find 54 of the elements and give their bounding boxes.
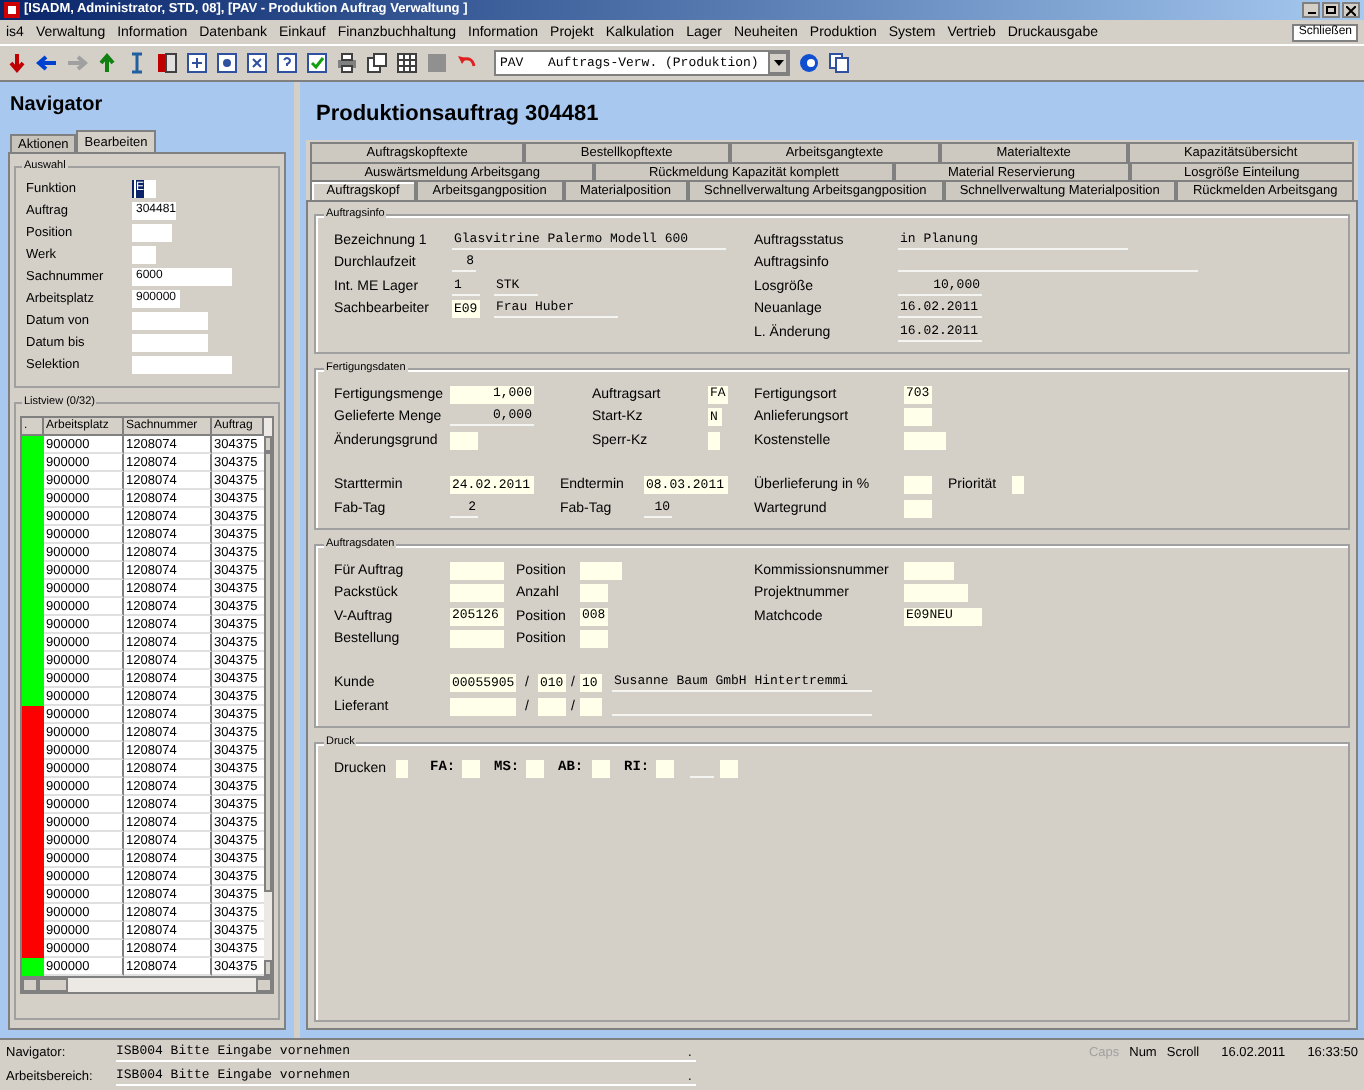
arrow-down-icon[interactable]	[6, 52, 28, 74]
input-field[interactable]	[132, 224, 172, 242]
horizontal-scrollbar[interactable]	[22, 976, 272, 992]
input-field[interactable]	[904, 476, 932, 494]
page-title: Produktionsauftrag 304481	[314, 100, 601, 130]
input-field[interactable]	[132, 246, 156, 264]
grid-icon[interactable]	[396, 52, 418, 74]
input-field[interactable]	[904, 561, 954, 579]
input-field[interactable]	[538, 697, 566, 715]
close-button[interactable]	[1342, 2, 1360, 18]
close-icon	[1346, 5, 1356, 15]
input-field[interactable]	[580, 630, 608, 648]
input-field[interactable]	[580, 561, 622, 579]
dropdown-caret-icon	[773, 60, 783, 66]
input-field[interactable]	[580, 584, 608, 602]
input-field[interactable]	[396, 759, 408, 777]
input-field[interactable]	[904, 408, 932, 426]
help-document-icon[interactable]	[276, 52, 298, 74]
input-field[interactable]	[450, 697, 516, 715]
input-field[interactable]	[904, 431, 946, 449]
copy-icon[interactable]	[828, 52, 850, 74]
input-field[interactable]	[1012, 476, 1024, 494]
input-field[interactable]	[462, 759, 480, 777]
navigator-title: Navigator	[8, 92, 105, 118]
input-field[interactable]	[450, 431, 478, 449]
circle-icon[interactable]	[798, 52, 820, 74]
input-field[interactable]	[904, 584, 968, 602]
input-field[interactable]	[450, 630, 504, 648]
input-field[interactable]	[580, 697, 602, 715]
input-field[interactable]	[592, 759, 610, 777]
check-document-icon[interactable]	[306, 52, 328, 74]
vertical-scrollbar[interactable]	[264, 418, 272, 976]
square-icon[interactable]	[426, 52, 448, 74]
input-field[interactable]	[904, 499, 932, 517]
add-document-icon[interactable]	[186, 52, 208, 74]
input-field[interactable]	[132, 356, 232, 374]
app-icon	[4, 2, 20, 18]
input-field[interactable]	[526, 759, 544, 777]
arrow-left-icon[interactable]	[36, 52, 58, 74]
printer-icon[interactable]	[336, 52, 358, 74]
input-field[interactable]	[656, 759, 674, 777]
delete-document-icon[interactable]	[246, 52, 268, 74]
input-field[interactable]	[450, 561, 504, 579]
input-field[interactable]	[132, 334, 208, 352]
input-field[interactable]	[450, 584, 504, 602]
input-field[interactable]	[720, 759, 738, 777]
minimize-button[interactable]	[1302, 2, 1320, 18]
maximize-button[interactable]	[1322, 2, 1340, 18]
input-field[interactable]	[708, 431, 720, 449]
split-panel-icon[interactable]	[156, 52, 178, 74]
arrow-up-icon[interactable]	[96, 52, 118, 74]
documents-icon[interactable]	[366, 52, 388, 74]
input-field[interactable]	[132, 312, 208, 330]
arrow-right-icon[interactable]	[66, 52, 88, 74]
